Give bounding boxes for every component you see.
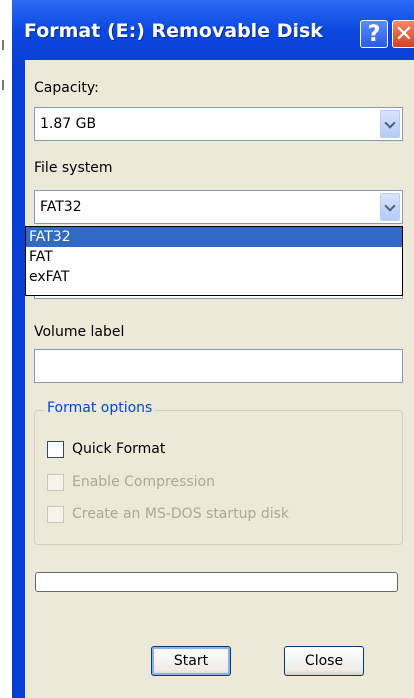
help-button[interactable]: ? [360, 20, 388, 48]
close-icon: ✕ [394, 21, 414, 47]
help-icon: ? [367, 21, 381, 47]
msdos-startup-label: Create an MS-DOS startup disk [72, 506, 290, 522]
capacity-select[interactable]: 1.87 GB [34, 107, 403, 141]
start-button[interactable]: Start [151, 646, 231, 676]
file-system-label: File system [34, 160, 113, 176]
capacity-value: 1.87 GB [40, 116, 97, 132]
file-system-dropdown-list: FAT32 FAT exFAT [25, 226, 403, 296]
file-system-value: FAT32 [40, 199, 82, 215]
format-options-title: Format options [44, 400, 156, 416]
file-system-option[interactable]: exFAT [26, 267, 402, 287]
volume-label-label: Volume label [34, 324, 125, 340]
capacity-label: Capacity: [34, 80, 99, 96]
enable-compression-option: Enable Compression [47, 474, 287, 494]
chevron-down-icon [384, 199, 396, 212]
file-system-option[interactable]: FAT32 [26, 227, 402, 247]
quick-format-checkbox[interactable] [47, 441, 64, 458]
format-progress-bar [35, 572, 398, 592]
chevron-down-icon [384, 116, 396, 129]
file-system-option[interactable]: FAT [26, 247, 402, 267]
close-window-button[interactable]: ✕ [392, 20, 414, 48]
close-button[interactable]: Close [284, 646, 364, 676]
msdos-startup-option: Create an MS-DOS startup disk [47, 506, 347, 526]
msdos-startup-checkbox [47, 506, 64, 523]
format-dialog: Format (E:) Removable Disk ? ✕ Capacity:… [12, 0, 414, 698]
background-edge [0, 0, 12, 698]
file-system-select[interactable]: FAT32 [34, 190, 403, 224]
enable-compression-checkbox [47, 474, 64, 491]
format-options-group: Format options Quick Format Enable Compr… [34, 400, 403, 545]
volume-label-input[interactable] [34, 349, 403, 383]
dialog-body: Capacity: 1.87 GB File system FAT32 Volu… [25, 60, 414, 698]
enable-compression-label: Enable Compression [72, 474, 215, 490]
capacity-dropdown-button[interactable] [380, 110, 400, 138]
quick-format-label: Quick Format [72, 441, 166, 457]
file-system-dropdown-button[interactable] [380, 193, 400, 221]
window-title: Format (E:) Removable Disk [24, 20, 323, 42]
quick-format-option[interactable]: Quick Format [47, 441, 287, 461]
